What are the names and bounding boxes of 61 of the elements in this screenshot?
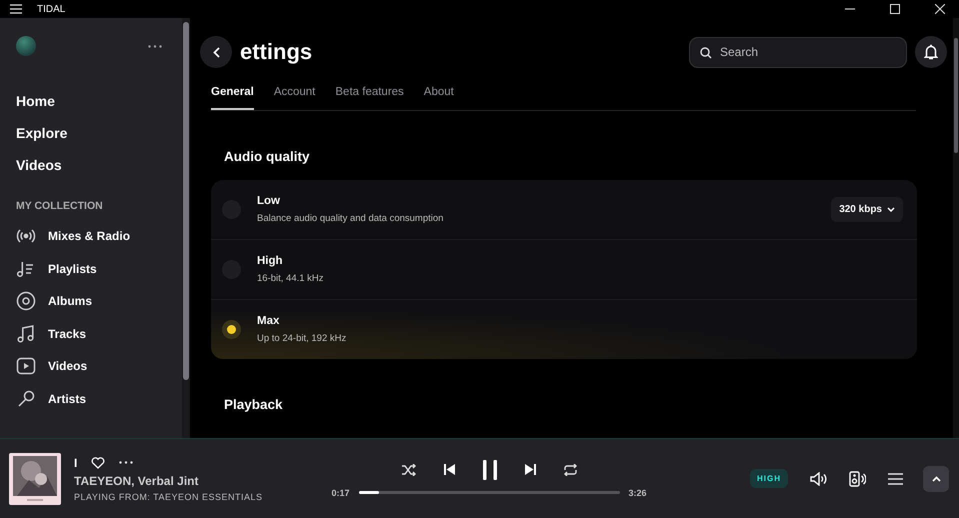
repeat-icon[interactable]	[564, 464, 576, 476]
maximize-icon[interactable]	[890, 4, 900, 14]
option-description: Up to 24-bit, 192 kHz	[257, 333, 346, 344]
chevron-down-icon	[887, 207, 895, 212]
tab[interactable]: About	[424, 82, 454, 110]
option-label: High	[257, 255, 284, 267]
playing-from[interactable]: PLAYING FROM: TAEYEON ESSENTIALS	[74, 492, 263, 502]
section-heading: Playback	[224, 397, 284, 412]
collection-item[interactable]: Artists	[48, 392, 86, 406]
disc-icon	[16, 291, 36, 312]
duration: 3:26	[628, 488, 647, 498]
collection-item[interactable]: Albums	[48, 294, 92, 308]
section-heading: Audio quality	[224, 149, 310, 164]
collection-item[interactable]: Tracks	[48, 326, 86, 341]
notifications-button[interactable]	[915, 36, 947, 68]
pause-icon[interactable]	[482, 460, 496, 480]
play-icon	[16, 356, 36, 376]
section-heading: MY COLLECTION	[16, 200, 104, 212]
shuffle-icon[interactable]	[402, 464, 416, 476]
option-description: 16-bit, 44.1 kHz	[257, 273, 324, 284]
bitrate-dropdown[interactable]: 320 kbps	[831, 197, 903, 222]
search-icon	[700, 46, 712, 58]
back-button[interactable]	[200, 36, 232, 68]
microphone-icon	[16, 388, 36, 409]
artist-names[interactable]: TAEYEON, Verbal Jint	[74, 474, 263, 488]
bell-icon	[924, 44, 938, 60]
speaker-icon[interactable]	[849, 470, 866, 486]
option-label: Max	[257, 315, 280, 327]
music-note-icon	[16, 324, 36, 344]
heart-icon[interactable]	[91, 456, 106, 468]
nav-item[interactable]: Home	[16, 91, 55, 111]
option-label: Low	[257, 195, 281, 207]
nav-item[interactable]: Videos	[16, 155, 62, 175]
page-title: ettings	[240, 39, 312, 65]
app-title: TIDAL	[37, 4, 66, 14]
avatar[interactable]	[16, 36, 36, 56]
tab[interactable]: General	[211, 82, 254, 110]
quality-badge[interactable]: HIGH	[750, 469, 788, 488]
more-icon[interactable]	[119, 461, 134, 464]
queue-icon[interactable]	[888, 472, 903, 484]
menu-icon[interactable]	[10, 4, 22, 14]
more-icon[interactable]	[148, 44, 162, 48]
tab[interactable]: Account	[274, 82, 316, 110]
collection-item[interactable]: Mixes & Radio	[48, 229, 130, 244]
radio-button[interactable]	[222, 320, 241, 339]
nav-item[interactable]: Explore	[16, 123, 68, 143]
tab[interactable]: Beta features	[335, 82, 404, 110]
volume-icon[interactable]	[810, 472, 827, 486]
collection-item[interactable]: Videos	[48, 359, 88, 374]
collection-item[interactable]: Playlists	[48, 262, 97, 276]
close-icon[interactable]	[935, 4, 945, 14]
next-icon[interactable]	[524, 464, 536, 475]
track-title[interactable]: I	[74, 456, 78, 470]
chevron-left-icon	[212, 46, 220, 58]
search-field[interactable]: Search	[689, 36, 907, 68]
progress-bar[interactable]	[358, 491, 620, 494]
previous-icon[interactable]	[444, 464, 454, 475]
option-description: Balance audio quality and data consumption	[257, 213, 444, 224]
elapsed-time: 0:17	[331, 488, 350, 498]
chevron-up-icon	[932, 476, 940, 482]
expand-button[interactable]	[923, 466, 949, 492]
